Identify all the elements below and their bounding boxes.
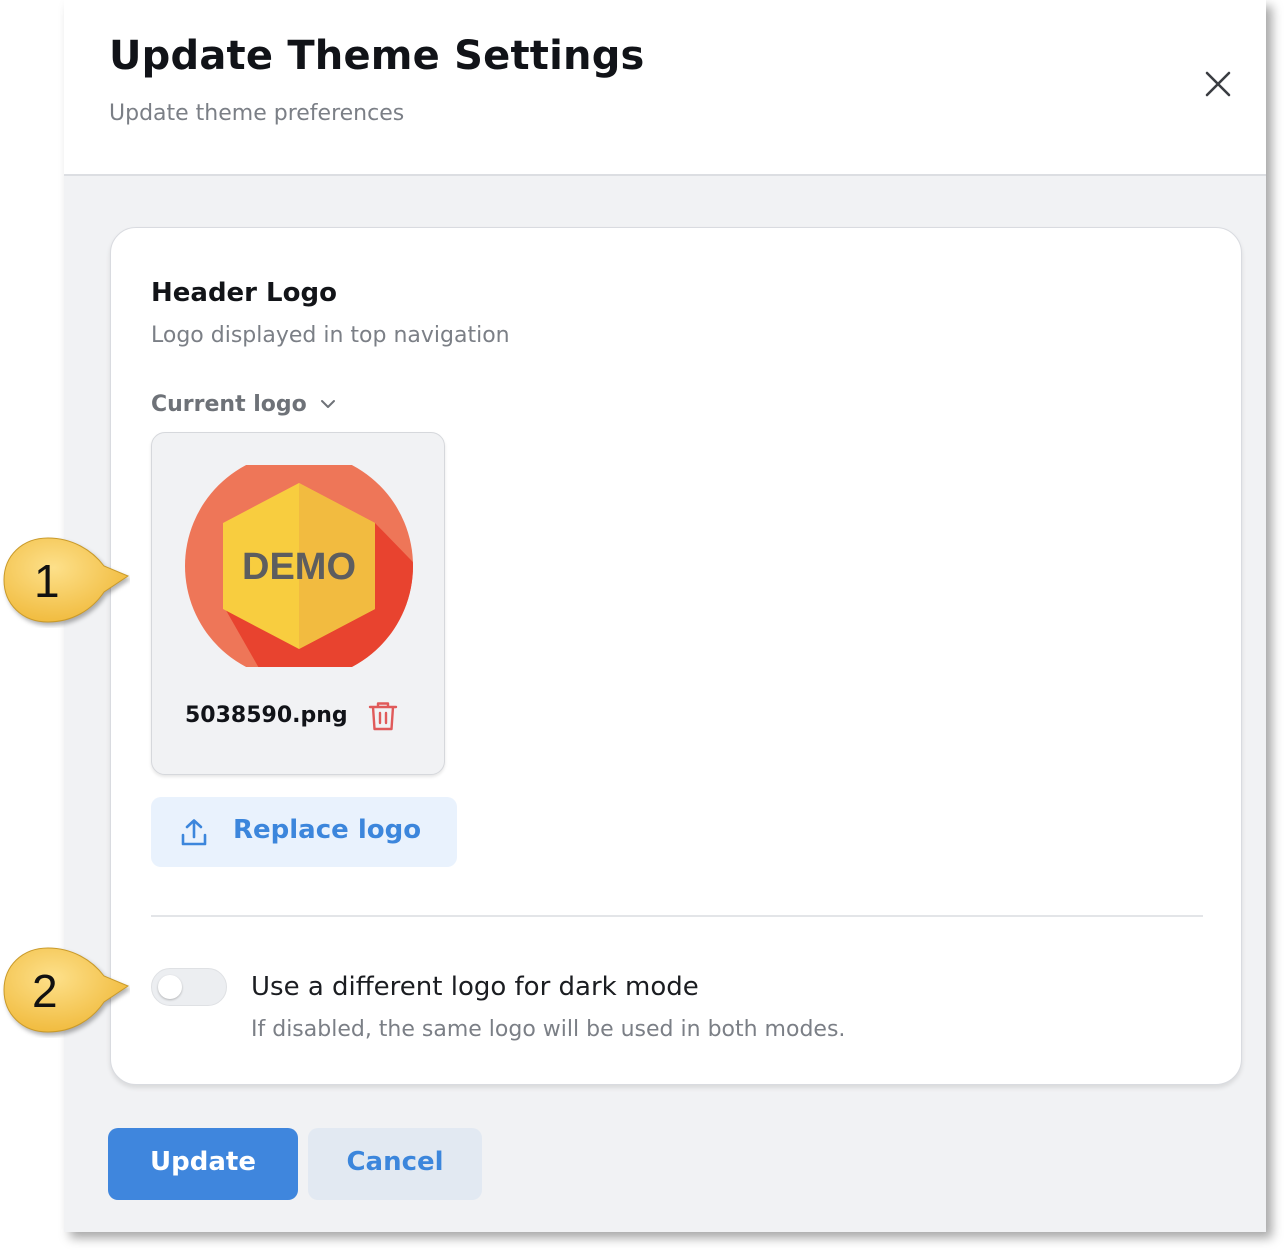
toggle-knob [158, 975, 182, 999]
current-logo-label: Current logo [151, 391, 307, 417]
dark-mode-toggle-help: If disabled, the same logo will be used … [251, 1017, 846, 1042]
dark-mode-logo-toggle[interactable] [151, 968, 227, 1006]
logo-text: DEMO [242, 546, 356, 588]
upload-icon [181, 819, 207, 846]
demo-logo-image: DEMO [185, 465, 413, 667]
current-logo-toggle[interactable]: Current logo [151, 389, 337, 419]
delete-logo-button[interactable] [366, 699, 400, 733]
close-icon [1205, 71, 1231, 97]
callout-1: 1 [0, 532, 130, 628]
dialog-title: Update Theme Settings [109, 33, 645, 79]
cancel-button[interactable]: Cancel [308, 1128, 482, 1200]
logo-file-name: 5038590.png [185, 703, 348, 728]
dialog-header: Update Theme Settings Update theme prefe… [64, 0, 1266, 176]
logo-preview-tile: DEMO 5038590.png [151, 432, 445, 775]
callout-marker-icon [3, 537, 130, 623]
section-description: Logo displayed in top navigation [151, 323, 510, 348]
dark-mode-toggle-label: Use a different logo for dark mode [251, 972, 699, 1002]
replace-logo-label: Replace logo [233, 815, 422, 845]
update-button[interactable]: Update [108, 1128, 298, 1200]
update-button-label: Update [150, 1147, 256, 1177]
replace-logo-button[interactable]: Replace logo [151, 797, 457, 867]
close-button[interactable] [1202, 68, 1234, 100]
header-logo-card: Header Logo Logo displayed in top naviga… [110, 227, 1242, 1085]
trash-icon [368, 702, 398, 731]
section-title: Header Logo [151, 278, 337, 308]
callout-number: 2 [32, 965, 58, 1017]
chevron-down-icon [320, 400, 335, 408]
callout-number: 1 [34, 555, 60, 607]
theme-settings-dialog: Update Theme Settings Update theme prefe… [64, 0, 1266, 1232]
callout-marker-icon [3, 947, 130, 1033]
divider [151, 915, 1203, 917]
callout-2: 2 [0, 942, 130, 1038]
cancel-button-label: Cancel [346, 1147, 444, 1177]
dialog-subtitle: Update theme preferences [109, 101, 405, 126]
